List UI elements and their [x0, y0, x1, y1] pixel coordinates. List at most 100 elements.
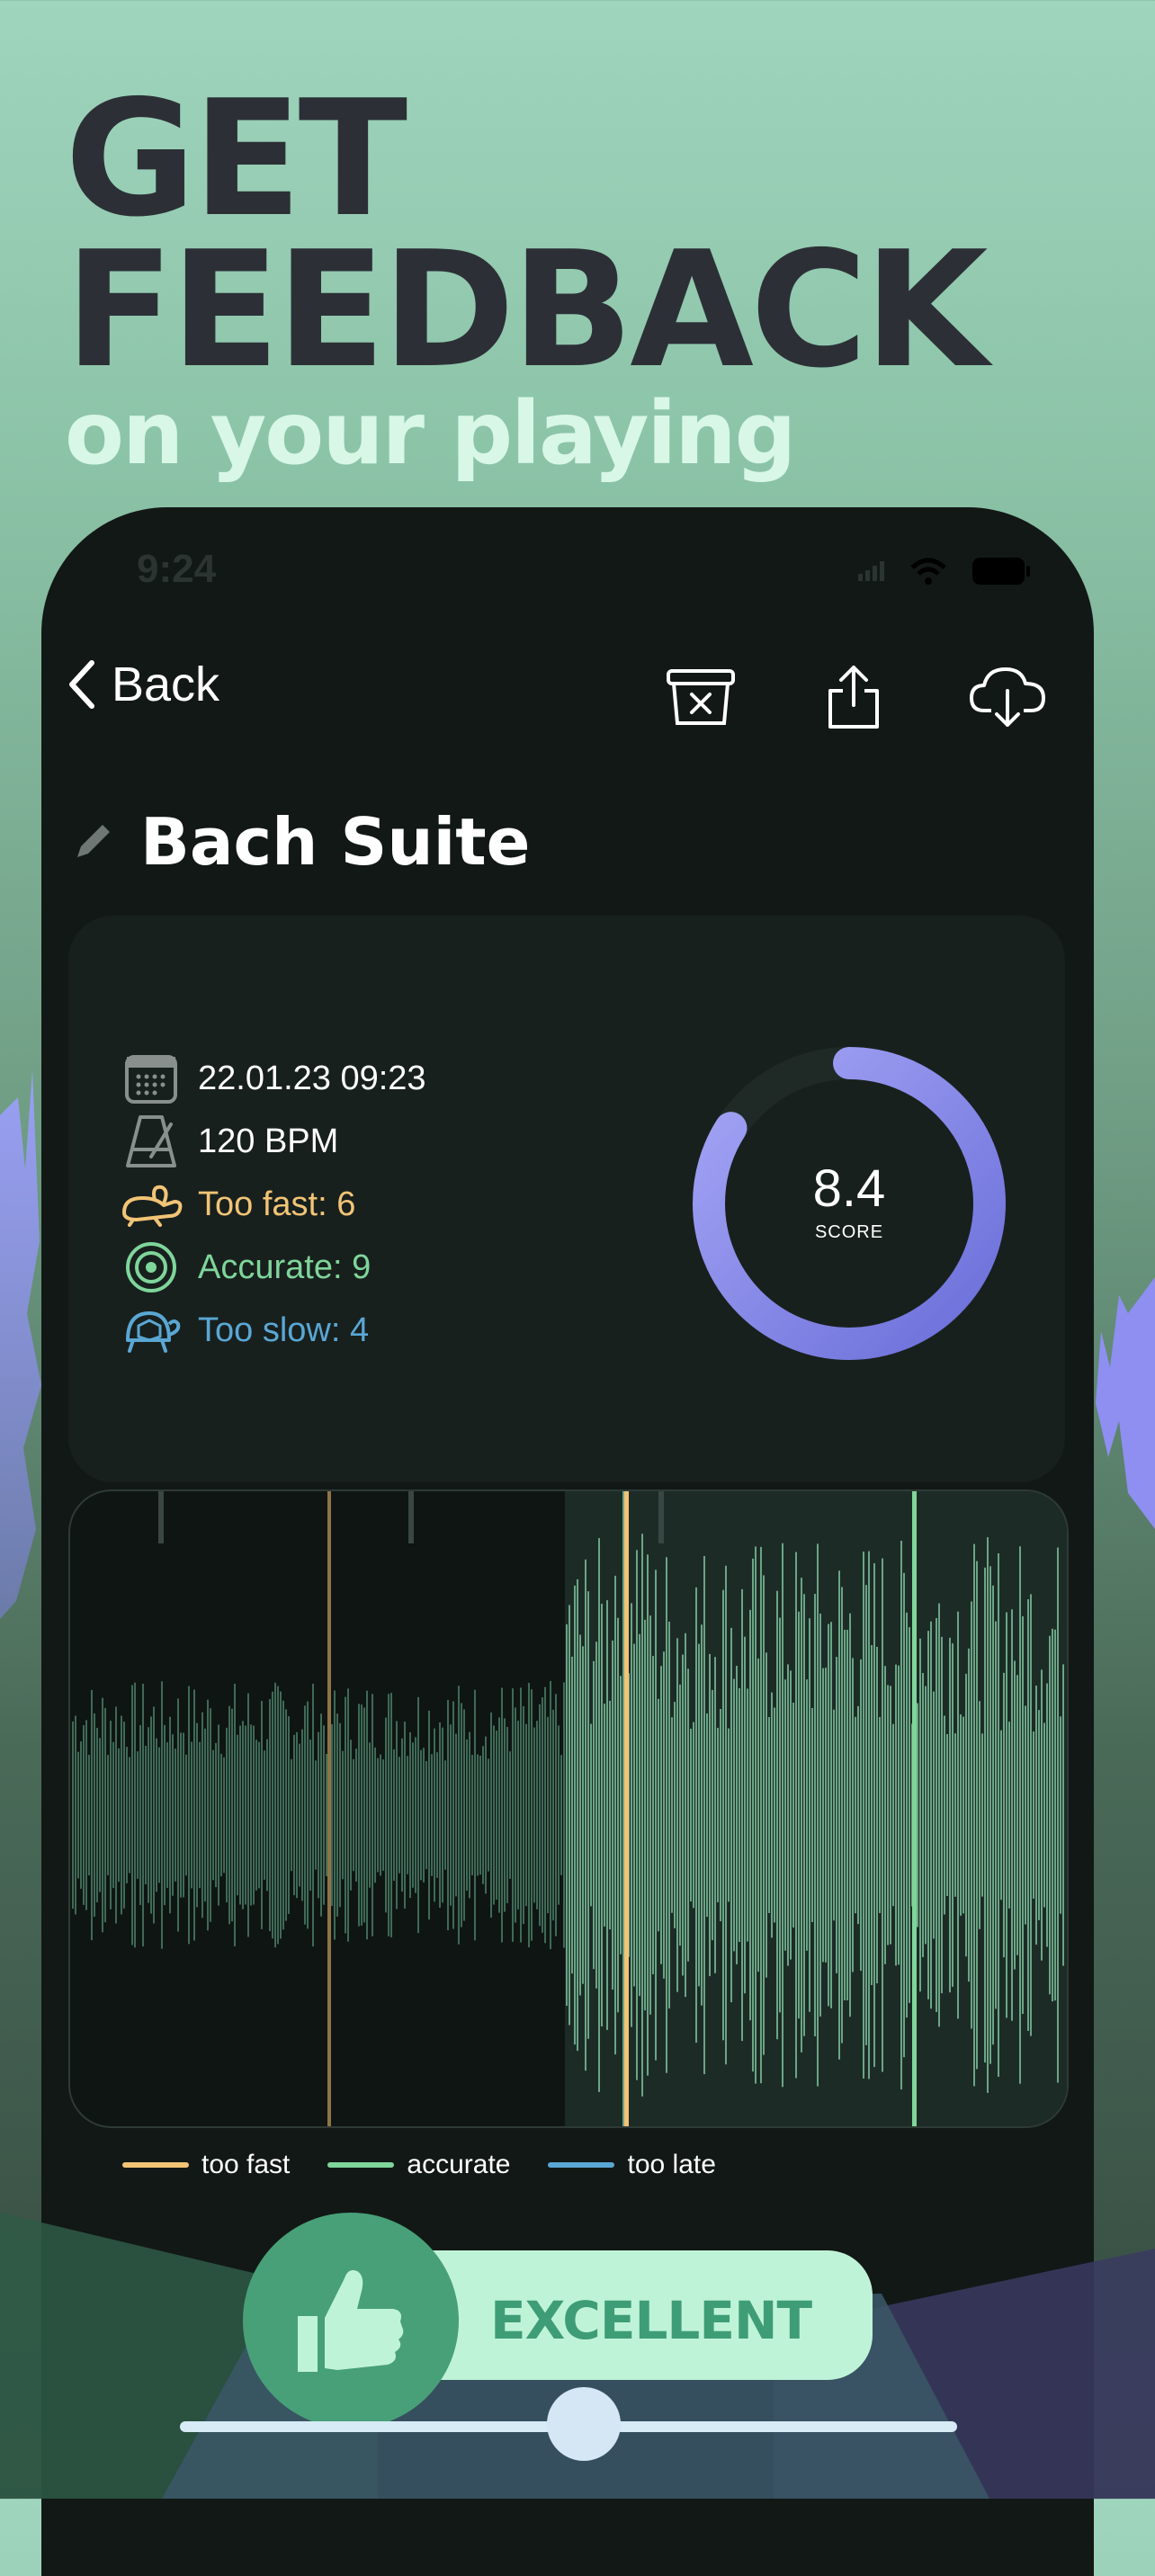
waveform-bar [506, 1727, 508, 1903]
waveform-bar [107, 1755, 109, 1875]
waveform-bar [272, 1691, 273, 1939]
waveform-bar [1057, 1547, 1059, 2083]
calendar-icon [119, 1050, 184, 1107]
waveform-bar [695, 1587, 697, 2044]
wifi-icon [910, 558, 946, 585]
hero-line-1: GET [65, 66, 407, 252]
waveform-bar [334, 1690, 336, 1940]
waveform-bar [601, 1604, 603, 2026]
legend-label: too late [627, 2150, 716, 2179]
waveform-bar [323, 1725, 325, 1905]
waveform-bar [690, 1728, 692, 1902]
waveform-bar [577, 1579, 578, 2052]
status-icons [858, 556, 1031, 586]
waveform-bar [85, 1720, 87, 1910]
waveform-bar [925, 1686, 927, 1945]
legend-too-late: too late [548, 2150, 716, 2180]
waveform-bar [342, 1750, 344, 1880]
legend-label: accurate [407, 2150, 511, 2179]
marker-too-fast [624, 1491, 629, 2126]
delete-button[interactable] [660, 657, 741, 738]
waveform-bar [466, 1739, 468, 1892]
waveform-bar [264, 1750, 265, 1880]
waveform-bar [757, 1658, 759, 1972]
waveform-bar [1019, 1546, 1021, 2084]
waveform-bar [115, 1706, 117, 1924]
waveform-bar [962, 1716, 964, 1914]
waveform[interactable] [70, 1491, 1067, 2126]
delete-icon [667, 669, 735, 725]
waveform-bar [571, 1656, 573, 1974]
waveform-bar [892, 1723, 894, 1907]
waveform-bar [536, 1721, 538, 1910]
waveform-panel[interactable] [68, 1489, 1069, 2128]
waveform-bar [72, 1721, 74, 1910]
score-label: SCORE [814, 1222, 884, 1242]
waveform-bar [104, 1707, 106, 1923]
waveform-bar [879, 1717, 881, 1913]
waveform-bar [992, 1585, 994, 2045]
waveform-bar [412, 1742, 414, 1888]
waveform-bar [981, 1733, 983, 1897]
waveform-bar [838, 1570, 840, 2060]
waveform-bar [304, 1705, 306, 1925]
waveform-bar [350, 1740, 352, 1891]
waveform-bar [644, 1619, 646, 2011]
feedback-label: EXCELLENT [490, 2290, 812, 2351]
waveform-bar [347, 1688, 349, 1942]
waveform-bar [922, 1673, 924, 1957]
cloud-download-button[interactable] [968, 657, 1049, 738]
waveform-bar [979, 1701, 980, 1929]
waveform-bar [169, 1716, 171, 1914]
waveform-bar [614, 1575, 616, 2055]
waveform-bar [142, 1683, 144, 1947]
waveform-bar [795, 1552, 797, 2079]
waveform-bar [582, 1646, 584, 1984]
waveform-bar [960, 1714, 962, 1916]
waveform-bar [528, 1682, 530, 1948]
waveform-bar [301, 1729, 303, 1901]
waveform-bar [655, 1570, 657, 2061]
waveform-bar [164, 1724, 166, 1906]
waveform-bar [917, 1703, 918, 1928]
stat-too-slow-text: Too slow: 4 [198, 1310, 370, 1349]
waveform-bar [463, 1709, 465, 1921]
hero-line-2: FEEDBACK [65, 217, 989, 403]
waveform-bar [404, 1722, 406, 1909]
waveform-bar [156, 1738, 157, 1892]
waveform-bar [212, 1749, 214, 1881]
waveform-bar [1016, 1675, 1018, 1955]
title-row: Bach Suite [72, 804, 531, 880]
hero-heading: GET FEEDBACK on your playing [65, 66, 989, 478]
score-readout: 8.4 SCORE [687, 1158, 1011, 1243]
waveform-bar [941, 1636, 943, 1994]
waveform-bar [658, 1698, 659, 1932]
share-button[interactable] [813, 657, 894, 738]
waveform-bar [436, 1752, 438, 1878]
recording-title[interactable]: Bach Suite [140, 804, 531, 880]
rating-slider-knob[interactable] [547, 2387, 622, 2461]
marker-accurate [912, 1491, 917, 2126]
waveform-bar [431, 1754, 433, 1876]
waveform-bar [898, 1665, 900, 1965]
waveform-bar [336, 1713, 338, 1917]
waveform-bar [604, 1704, 605, 1927]
waveform-bar [188, 1686, 190, 1945]
waveform-bar [183, 1732, 184, 1898]
waveform-bar [569, 1605, 570, 2026]
waveform-bar [860, 1659, 862, 1972]
legend-too-fast: too fast [122, 2150, 290, 2180]
waveform-bar [296, 1731, 298, 1899]
waveform-bar [542, 1697, 543, 1933]
waveform-bar [498, 1717, 500, 1913]
stat-date: 22.01.23 09:23 [119, 1047, 426, 1110]
pencil-icon[interactable] [72, 821, 113, 863]
waveform-bar [876, 1646, 878, 1984]
waveform-bar [471, 1755, 473, 1875]
waveform-bar [998, 1552, 999, 2078]
waveform-bar [331, 1723, 333, 1907]
waveform-bar [83, 1725, 85, 1905]
waveform-bar [1022, 1615, 1024, 2015]
back-button[interactable]: Back [65, 657, 219, 712]
waveform-bar [258, 1741, 260, 1889]
